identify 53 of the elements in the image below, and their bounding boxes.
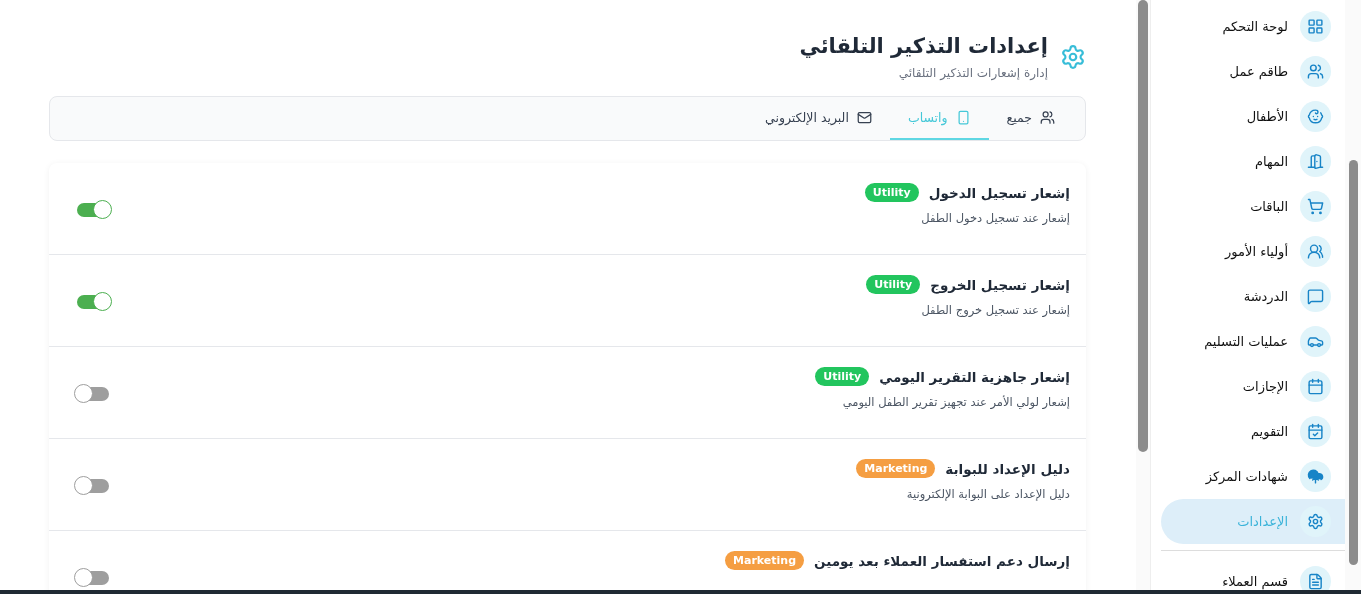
sidebar-item[interactable]: أولياء الأمور — [1151, 229, 1345, 274]
sidebar-item[interactable]: الباقات — [1151, 184, 1345, 229]
toggle-switch[interactable] — [77, 387, 109, 401]
category-badge: Utility — [864, 183, 919, 202]
notification-description: دليل الإعداد على البوابة الإلكترونية — [905, 487, 1070, 501]
sidebar-item[interactable]: الأطفال — [1151, 94, 1345, 139]
sidebar-item[interactable]: الإجازات — [1151, 364, 1345, 409]
document-icon — [1300, 566, 1331, 590]
notification-description: إشعار لولي الأمر عند تجهيز تقرير الطفل اليومي — [841, 395, 1070, 409]
notification-title: إشعار تسجيل الدخول — [928, 184, 1070, 201]
category-badge: Marketing — [856, 459, 936, 478]
toggle-switch[interactable] — [77, 295, 109, 309]
toggle-switch[interactable] — [77, 571, 109, 585]
users-icon — [1300, 56, 1331, 87]
calendar-check-icon — [1300, 416, 1331, 447]
door-icon — [1300, 146, 1331, 177]
users-icon — [1040, 110, 1055, 125]
notification-title: دليل الإعداد للبوابة — [945, 460, 1070, 477]
page-title: إعدادات التذكير التلقائي — [799, 34, 1048, 58]
grid-icon — [1300, 11, 1331, 42]
category-badge: Utility — [866, 275, 921, 294]
sidebar-item[interactable]: قسم العملاء — [1151, 559, 1345, 590]
sidebar-item[interactable]: الدردشة — [1151, 274, 1345, 319]
sidebar-item[interactable]: عمليات التسليم — [1151, 319, 1345, 364]
scrollbar-thumb[interactable] — [1138, 0, 1148, 452]
cart-icon — [1300, 191, 1331, 222]
toggle-switch[interactable] — [77, 479, 109, 493]
sidebar-item[interactable]: التقويم — [1151, 409, 1345, 454]
calendar-icon — [1300, 371, 1331, 402]
sidebar-item[interactable]: شهادات المركز — [1151, 454, 1345, 499]
baby-face-icon — [1300, 101, 1331, 132]
tab[interactable]: البريد الإلكتروني — [747, 97, 890, 140]
settings-icon — [1060, 44, 1086, 70]
notification-title: إشعار تسجيل الخروج — [930, 276, 1070, 293]
sidebar-item[interactable]: المهام — [1151, 139, 1345, 184]
phone-icon — [955, 110, 971, 125]
notification-title: إرسال دعم استفسار العملاء بعد يومين — [814, 552, 1070, 569]
chat-icon — [1300, 281, 1331, 312]
sidebar-item[interactable]: لوحة التحكم — [1151, 4, 1345, 49]
category-badge: Utility — [815, 367, 870, 386]
tab[interactable]: جميع — [988, 97, 1073, 140]
sidebar-item[interactable]: طاقم عمل — [1151, 49, 1345, 94]
notification-title: إشعار جاهزية التقرير اليومي — [879, 368, 1070, 385]
mail-icon — [856, 110, 872, 125]
settings-icon — [1300, 506, 1331, 537]
scrollbar-thumb[interactable] — [1348, 160, 1358, 565]
users-icon — [1300, 236, 1331, 267]
toggle-switch[interactable] — [77, 203, 109, 217]
page-subtitle: إدارة إشعارات التذكير التلقائي — [897, 66, 1048, 80]
category-badge: Marketing — [725, 551, 805, 570]
notification-description: إشعار عند تسجيل دخول الطفل — [920, 211, 1070, 225]
car-icon — [1300, 326, 1331, 357]
notification-description: إشعار عند تسجيل خروج الطفل — [920, 303, 1070, 317]
